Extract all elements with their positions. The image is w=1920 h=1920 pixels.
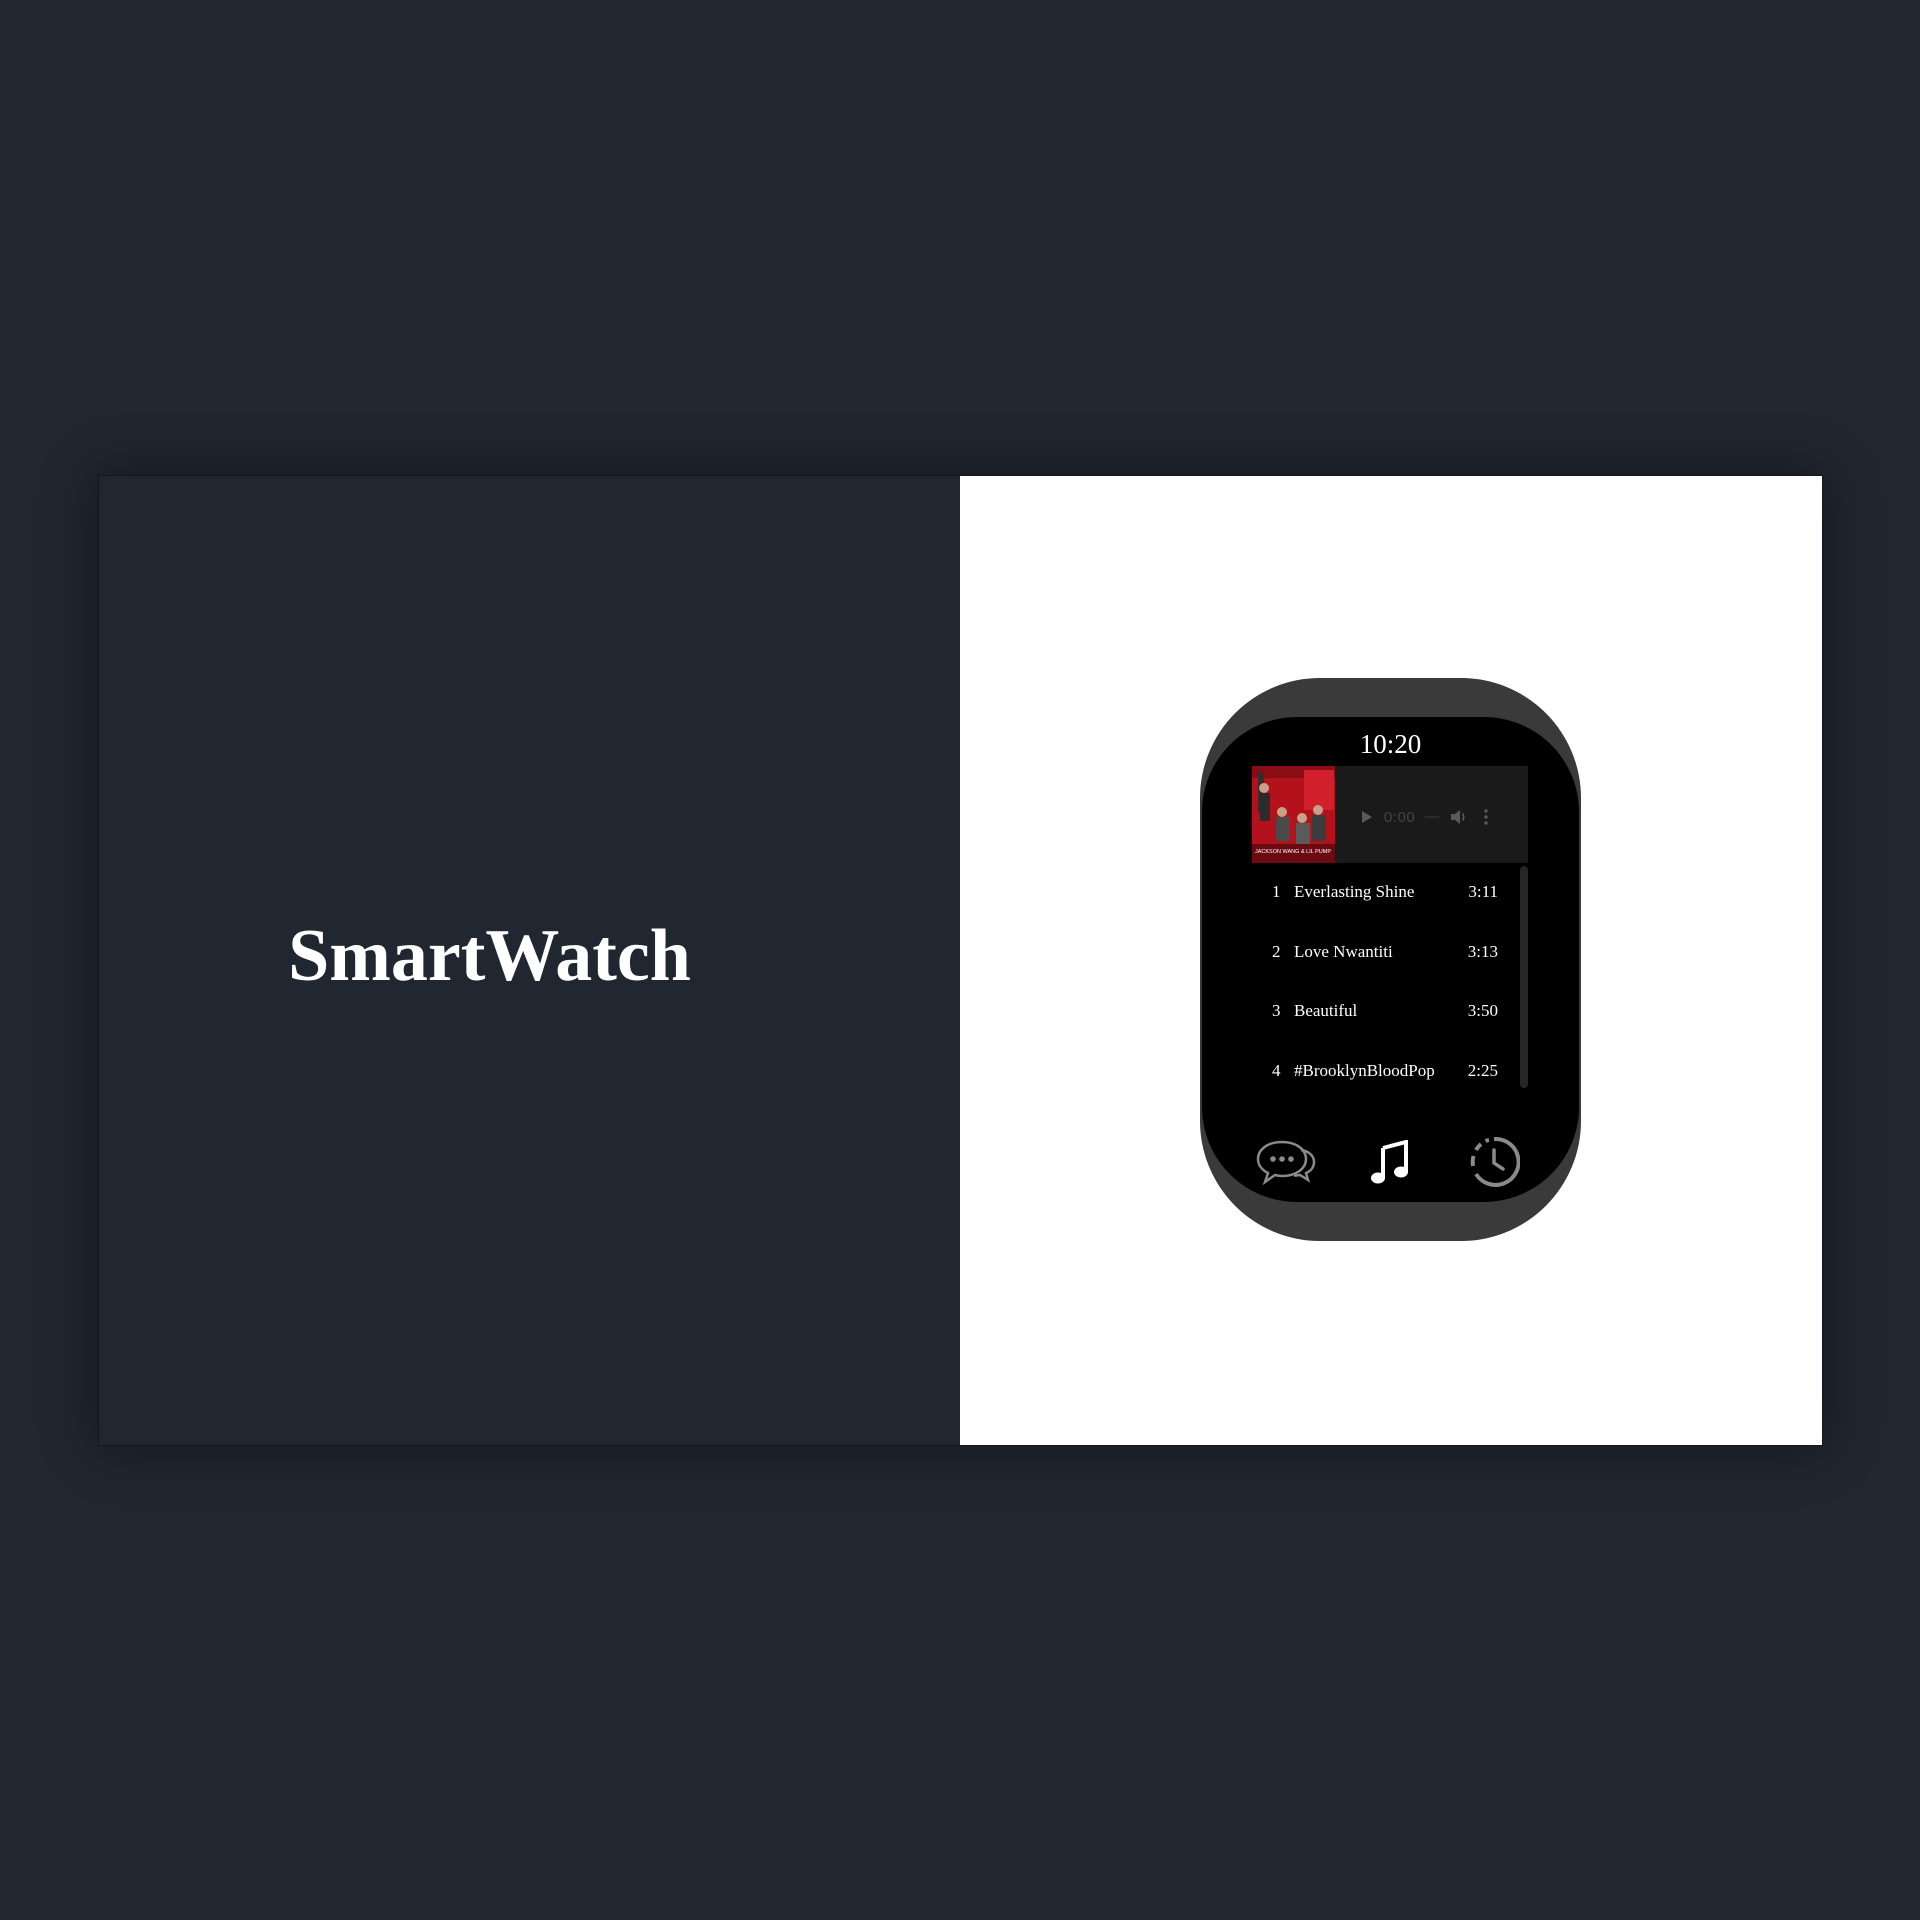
list-item[interactable]: 4 #BrooklynBloodPop 2:25 — [1252, 1053, 1520, 1089]
clock-icon[interactable] — [1468, 1136, 1520, 1188]
music-note-icon[interactable] — [1370, 1140, 1412, 1186]
track-number: 4 — [1272, 1061, 1281, 1080]
track-duration: 2:25 — [1467, 1061, 1498, 1080]
chat-icon[interactable] — [1255, 1138, 1317, 1186]
track-list-scrollbar[interactable] — [1520, 866, 1528, 1088]
track-title: Love Nwantiti — [1294, 942, 1393, 961]
album-art-image: JACKSON WANG & LIL PUMP — [1252, 766, 1335, 863]
track-duration: 3:13 — [1467, 942, 1498, 961]
current-time: 0:00 — [1384, 808, 1416, 826]
watch-clock: 10:20 — [1359, 729, 1422, 759]
left-panel: SmartWatch — [99, 476, 960, 1445]
list-item[interactable]: 2 Love Nwantiti 3:13 — [1252, 934, 1520, 970]
more-options-icon[interactable] — [1483, 808, 1489, 826]
list-item[interactable]: 1 Everlasting Shine 3:11 — [1252, 874, 1520, 910]
album-art-caption: JACKSON WANG & LIL PUMP — [1255, 849, 1331, 855]
track-title: Beautiful — [1294, 1001, 1358, 1020]
track-number: 2 — [1272, 942, 1281, 961]
page-title: SmartWatch — [288, 915, 691, 997]
play-icon[interactable] — [1362, 811, 1372, 823]
track-duration: 3:11 — [1468, 882, 1498, 901]
seek-bar[interactable] — [1425, 816, 1440, 818]
track-duration: 3:50 — [1467, 1001, 1498, 1020]
track-number: 1 — [1272, 882, 1281, 901]
track-list: 1 Everlasting Shine 3:11 2 Love Nwantiti… — [1252, 866, 1520, 1088]
track-title: Everlasting Shine — [1294, 882, 1415, 901]
audio-controls: 0:00 — [1350, 800, 1520, 834]
track-title: #BrooklynBloodPop — [1294, 1061, 1435, 1080]
album-art: JACKSON WANG & LIL PUMP — [1252, 766, 1335, 863]
volume-icon[interactable] — [1449, 808, 1469, 826]
track-number: 3 — [1272, 1001, 1281, 1020]
list-item[interactable]: 3 Beautiful 3:50 — [1252, 993, 1520, 1029]
